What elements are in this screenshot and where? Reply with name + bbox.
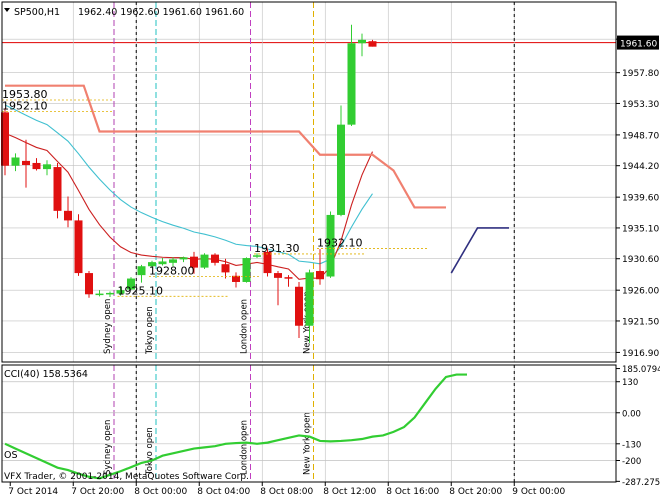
candle-body[interactable]	[200, 254, 209, 268]
price-level-label: 1952.10	[2, 100, 48, 113]
candle-body[interactable]	[43, 164, 51, 170]
channel-line	[450, 227, 509, 274]
grid-layer	[2, 2, 616, 482]
y-tick-label: 1935.10	[622, 224, 659, 234]
y-tick-label: 1948.70	[622, 131, 659, 141]
cci-tick-label: -200	[622, 457, 641, 467]
candle-body[interactable]	[347, 43, 356, 125]
x-tick-label: 9 Oct 00:00	[512, 487, 565, 497]
chart-window[interactable]: Sydney open Sydney open Tokyo open Tokyo op…	[0, 0, 660, 500]
y-tick-label: 1916.90	[622, 349, 659, 359]
price-labels: 1953.801952.101925.101928.001931.30 1932.…	[2, 88, 427, 297]
session-label: Sydney open	[103, 299, 113, 354]
x-tick-label: 8 Oct 04:00	[197, 487, 250, 497]
candlestick-chart[interactable]: Sydney open Sydney open Tokyo open Tokyo op…	[0, 0, 660, 500]
os-label: OS	[4, 450, 18, 461]
y-tick-label: 1926.00	[622, 287, 659, 297]
x-tick-label: 7 Oct 20:00	[71, 487, 124, 497]
candle-body[interactable]	[11, 157, 20, 166]
candle-body[interactable]	[211, 254, 219, 263]
cci-tick-label: 185.0794	[622, 365, 660, 375]
price-level-label: 1931.30	[254, 242, 300, 255]
session-label: Tokyo open	[145, 427, 155, 476]
candle-body[interactable]	[316, 271, 324, 280]
session-label: Tokyo open	[145, 306, 155, 355]
candle-body[interactable]	[106, 292, 114, 295]
candle-body[interactable]	[221, 264, 230, 273]
candle-body[interactable]	[137, 266, 146, 276]
x-tick-label: 8 Oct 16:00	[386, 487, 439, 497]
x-tick-label: 8 Oct 12:00	[323, 487, 376, 497]
x-tick-label: 8 Oct 08:00	[260, 487, 313, 497]
candle-body[interactable]	[32, 162, 41, 170]
candle-body[interactable]	[253, 255, 261, 257]
candle-body[interactable]	[242, 258, 251, 282]
candle-body[interactable]	[368, 41, 377, 47]
current-price-label: 1961.60	[620, 40, 657, 50]
candle-body[interactable]	[274, 273, 282, 278]
cci-tick-label: 130	[622, 378, 638, 388]
trailing-resistance-line	[5, 84, 446, 209]
candle-body[interactable]	[337, 124, 345, 215]
session-label: Sydney open	[103, 420, 113, 475]
candle-body[interactable]	[74, 220, 83, 274]
candle-body[interactable]	[263, 251, 272, 274]
candle-body[interactable]	[85, 273, 93, 295]
symbol-label: SP500,H1	[14, 7, 60, 18]
dropdown-arrow-icon[interactable]	[4, 8, 10, 12]
ohlc-label: 1962.40 1962.60 1961.60 1961.60	[78, 7, 244, 18]
cci-tick-label: -130	[622, 440, 641, 450]
price-level-label: 1925.10	[118, 284, 164, 297]
y-tick-label: 1953.30	[622, 100, 659, 110]
candle-body[interactable]	[358, 39, 366, 44]
session-label: London open	[240, 299, 250, 354]
cci-tick-label: 0.00	[622, 409, 641, 419]
y-tick-label: 1921.50	[622, 317, 659, 327]
price-level-label: 1928.00	[149, 265, 195, 278]
y-tick-label: 1930.60	[622, 255, 659, 265]
candle-body[interactable]	[169, 259, 177, 263]
x-tick-label: 8 Oct 20:00	[449, 487, 502, 497]
y-tick-label: 1939.60	[622, 194, 659, 204]
x-tick-label: 7 Oct 2014	[8, 487, 58, 497]
price-level-label: 1932.10	[317, 236, 363, 249]
cci-title: CCI(40) 158.5364	[4, 369, 88, 380]
cci-line	[4, 373, 467, 480]
candle-body[interactable]	[64, 210, 72, 221]
y-tick-label: 1944.20	[622, 162, 659, 172]
session-label: London open	[240, 420, 250, 475]
candle-body[interactable]	[179, 257, 188, 260]
candle-body[interactable]	[53, 167, 62, 211]
candle-body[interactable]	[305, 272, 314, 326]
y-tick-label: 1957.80	[622, 69, 659, 79]
cci-tick-label: -287.2753	[622, 478, 660, 488]
footer-copyright: VFX Trader, © 2001-2014, MetaQuotes Soft…	[4, 472, 249, 482]
x-tick-label: 8 Oct 00:00	[134, 487, 187, 497]
candle-body[interactable]	[22, 160, 30, 166]
candle-body[interactable]	[95, 293, 104, 296]
candle-body[interactable]	[295, 286, 303, 326]
candle-body[interactable]	[284, 277, 293, 279]
